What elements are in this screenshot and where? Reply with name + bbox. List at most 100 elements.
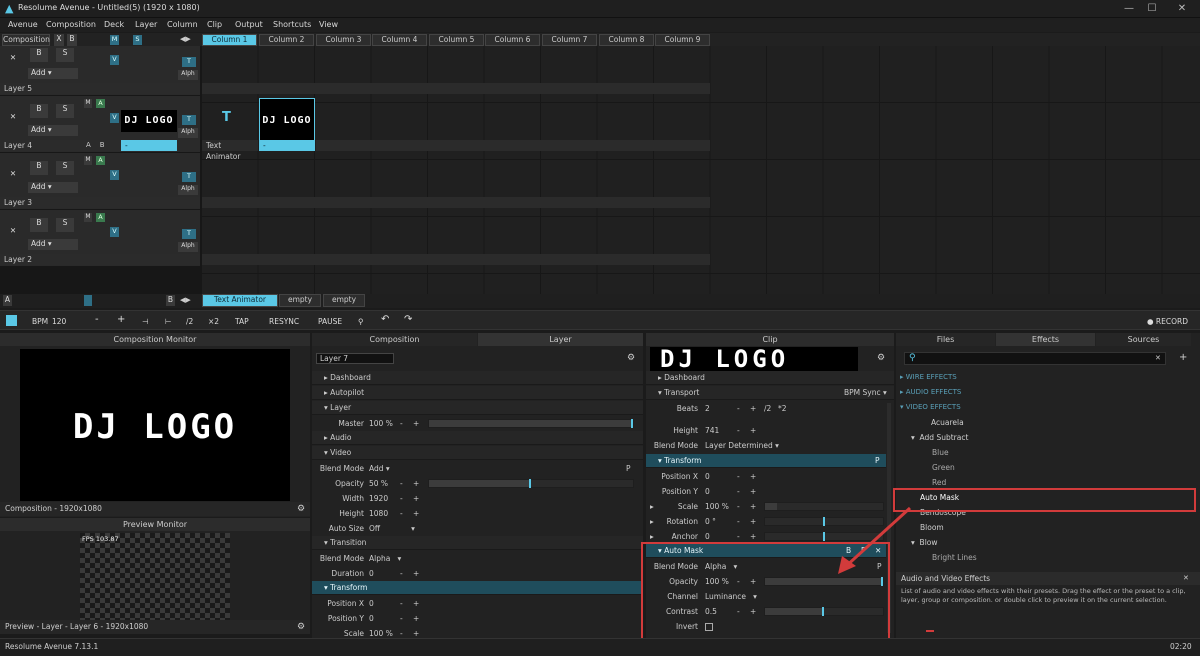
layer-2-alpha-button[interactable]: Alph [178, 242, 198, 252]
close-button[interactable]: ✕ [1175, 2, 1189, 16]
record-button[interactable]: ● RECORD [1147, 317, 1188, 326]
deck-tab-text-animator[interactable]: Text Animator [202, 294, 278, 307]
clip-scale-minus[interactable]: - [737, 499, 740, 514]
clip-scale-value[interactable]: 100 % [705, 499, 729, 514]
position-y-minus[interactable]: - [400, 611, 403, 626]
composition-s-button[interactable]: S [133, 35, 142, 45]
width-value[interactable]: 1920 [369, 491, 388, 506]
layer-4-clip-label-1[interactable]: - [121, 140, 177, 151]
layer-4-blend-dropdown[interactable]: Add ▾ [28, 125, 78, 136]
tab-layer[interactable]: Layer [478, 333, 643, 346]
layer-4-clear-button[interactable]: ✕ [4, 112, 22, 126]
layer-4-bypass-button[interactable]: B [30, 104, 48, 118]
clip-position-x-plus[interactable]: + [750, 469, 756, 484]
section-autopilot[interactable]: ▸ Autopilot [312, 386, 643, 400]
preset-blue[interactable]: Blue [932, 448, 949, 457]
clip-position-y-plus[interactable]: + [750, 484, 756, 499]
layer-5-bypass-button[interactable]: B [30, 48, 48, 62]
menu-view[interactable]: View [319, 20, 338, 29]
clip-position-x-value[interactable]: 0 [705, 469, 710, 484]
composition-m-button[interactable]: M [110, 35, 119, 45]
section-layer[interactable]: ▾ Layer [312, 401, 643, 415]
layer-3-solo-button[interactable]: S [56, 161, 74, 175]
layer-2-clear-button[interactable]: ✕ [4, 226, 22, 240]
width-plus[interactable]: + [413, 491, 419, 506]
opacity-slider[interactable] [428, 479, 634, 488]
layer-5-t-button[interactable]: T [182, 57, 196, 67]
layer-3-blend-dropdown[interactable]: Add ▾ [28, 182, 78, 193]
menu-column[interactable]: Column [167, 20, 198, 29]
clip-height-minus[interactable]: - [737, 423, 740, 438]
gear-icon[interactable]: ⚙ [627, 353, 635, 363]
param-p-icon[interactable]: P [626, 461, 631, 476]
deck-b-button[interactable]: B [166, 295, 175, 306]
menu-deck[interactable]: Deck [104, 20, 124, 29]
section-transition[interactable]: ▾ Transition [312, 536, 643, 550]
bpm-value[interactable]: 120 [52, 317, 66, 326]
deck-crossfader-handle[interactable] [84, 295, 92, 306]
browser-tab-sources[interactable]: Sources [1096, 333, 1191, 346]
deck-tab-empty-2[interactable]: empty [323, 294, 365, 307]
preset-green[interactable]: Green [932, 463, 955, 472]
layer-4-clip-dj-logo[interactable]: DJ LOGO [259, 98, 315, 141]
minimize-button[interactable]: — [1122, 2, 1136, 16]
composition-bypass-button[interactable]: B [67, 34, 77, 46]
auto-size-dropdown[interactable]: Off ▾ [369, 521, 415, 536]
gear-icon[interactable]: ⚙ [297, 502, 305, 516]
close-help-icon[interactable]: ✕ [1183, 572, 1189, 585]
menu-output[interactable]: Output [235, 20, 263, 29]
layer-3-t-button[interactable]: T [182, 172, 196, 182]
effect-add-subtract[interactable]: ▾ Add Subtract [911, 433, 968, 442]
clip-position-y-value[interactable]: 0 [705, 484, 710, 499]
layer-5-clear-button[interactable]: ✕ [4, 53, 22, 67]
column-header-9[interactable]: Column 9 [655, 34, 710, 46]
undo-icon[interactable]: ↶ [381, 314, 389, 325]
composition-label[interactable]: Composition [2, 34, 50, 46]
beats-value[interactable]: 2 [705, 401, 710, 416]
preview-monitor-screen[interactable]: FPS 103.87 [80, 533, 230, 620]
tab-composition[interactable]: Composition [312, 333, 477, 346]
master-slider[interactable] [428, 419, 634, 428]
position-x-value[interactable]: 0 [369, 596, 374, 611]
clip-blend-dropdown[interactable]: Layer Determined ▾ [705, 438, 779, 453]
beats-half-button[interactable]: /2 [764, 401, 771, 416]
transition-blend-dropdown[interactable]: Alpha ▾ [369, 551, 401, 566]
browser-tab-files[interactable]: Files [896, 333, 995, 346]
duration-plus[interactable]: + [413, 566, 419, 581]
layer-2-t-button[interactable]: T [182, 229, 196, 239]
gear-icon[interactable]: ⚙ [297, 620, 305, 634]
bpm-plus-button[interactable]: + [117, 314, 125, 325]
column-header-3[interactable]: Column 3 [316, 34, 371, 46]
layer-5-v-button[interactable]: V [110, 55, 119, 65]
layer-3-alpha-button[interactable]: Alph [178, 185, 198, 195]
menu-avenue[interactable]: Avenue [8, 20, 38, 29]
bpm-sync-dropdown[interactable]: BPM Sync ▾ [844, 386, 887, 400]
deck-tab-empty-1[interactable]: empty [279, 294, 321, 307]
layer-4-v-button[interactable]: V [110, 113, 119, 123]
layer-2-m-button[interactable]: M [84, 213, 92, 222]
column-header-2[interactable]: Column 2 [259, 34, 314, 46]
column-nav-icon[interactable]: ◀▶ [180, 35, 194, 45]
layer-4-a-button[interactable]: A [96, 99, 105, 108]
position-y-plus[interactable]: + [413, 611, 419, 626]
category-audio-effects[interactable]: ▸ AUDIO EFFECTS [900, 388, 961, 396]
layer-4-clip-label-2[interactable]: Text Animator [202, 140, 258, 161]
layer-2-name[interactable]: Layer 2 [0, 254, 200, 265]
layer-4-clip-label-3[interactable]: - [259, 140, 315, 151]
menu-clip[interactable]: Clip [207, 20, 222, 29]
composition-clear-button[interactable]: X [54, 34, 64, 46]
preset-bright-lines[interactable]: Bright Lines [932, 553, 977, 562]
layer-5-alpha-button[interactable]: Alph [178, 70, 198, 80]
preset-red[interactable]: Red [932, 478, 946, 487]
menu-shortcuts[interactable]: Shortcuts [273, 20, 311, 29]
add-icon[interactable]: + [1179, 352, 1187, 363]
deck-nav-icon[interactable]: ◀▶ [180, 296, 194, 306]
clip-scale-plus[interactable]: + [750, 499, 756, 514]
bpm-double-button[interactable]: ×2 [208, 317, 219, 326]
redo-icon[interactable]: ↷ [404, 314, 412, 325]
blend-mode-dropdown[interactable]: Add ▾ [369, 461, 390, 476]
layer-2-a-button[interactable]: A [96, 213, 105, 222]
layer-2-solo-button[interactable]: S [56, 218, 74, 232]
column-header-1[interactable]: Column 1 [202, 34, 257, 46]
height-plus[interactable]: + [413, 506, 419, 521]
